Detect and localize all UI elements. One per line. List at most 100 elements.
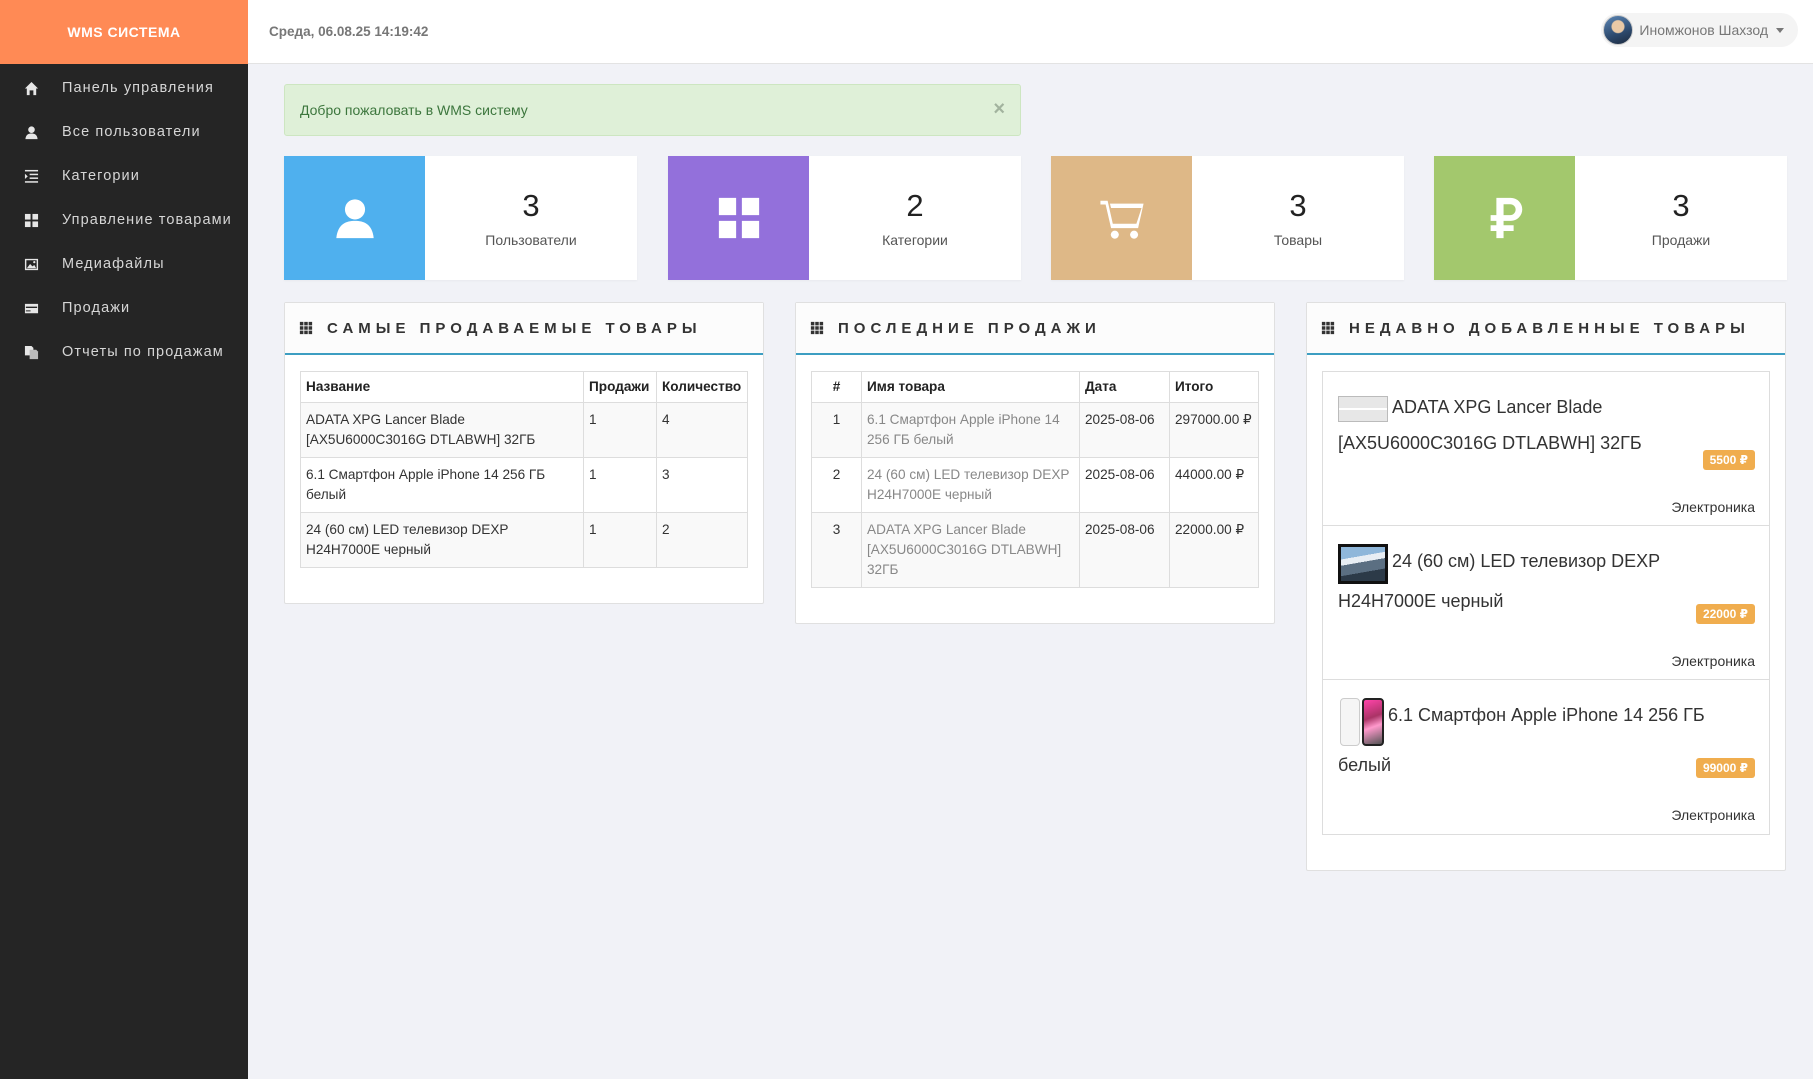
sidebar-item-label: Управление товарами (62, 212, 232, 228)
panel-title: САМЫЕ ПРОДАВАЕМЫЕ ТОВАРЫ (327, 319, 702, 337)
th-icon (1321, 321, 1335, 335)
top-header: Среда, 06.08.25 14:19:42 Иномжонов Шахзо… (248, 0, 1813, 64)
picture-icon (20, 256, 42, 272)
indent-icon (20, 168, 42, 184)
table-row: 6.1 Смартфон Apple iPhone 14 256 ГБ белы… (300, 457, 748, 513)
column-header: Дата (1079, 371, 1170, 403)
cart-icon (1051, 156, 1192, 280)
sale-total: 297000.00 ₽ (1169, 402, 1259, 458)
welcome-alert: Добро пожаловать в WMS систему × (284, 84, 1021, 136)
sales-count: 1 (583, 512, 657, 568)
sidebar-item-categories[interactable]: Категории (0, 154, 248, 198)
product-thumbnail (1338, 396, 1388, 422)
sale-total: 44000.00 ₽ (1169, 457, 1259, 513)
quantity: 4 (656, 402, 748, 458)
product-name: 6.1 Смартфон Apple iPhone 14 256 ГБ белы… (861, 402, 1080, 458)
user-menu-toggle[interactable]: Иномжонов Шахзод (1601, 13, 1798, 47)
product-name: ADATA XPG Lancer Blade [AX5U6000C3016G D… (861, 512, 1080, 588)
product-name: 6.1 Смартфон Apple iPhone 14 256 ГБ белы… (300, 457, 584, 513)
sidebar-item-label: Отчеты по продажам (62, 344, 224, 360)
column-header: # (811, 371, 862, 403)
product-thumbnail (1338, 698, 1384, 748)
column-header: Имя товара (861, 371, 1080, 403)
table-row: 1 6.1 Смартфон Apple iPhone 14 256 ГБ бе… (811, 402, 1259, 458)
sidebar-item-users[interactable]: Все пользователи (0, 110, 248, 154)
row-number: 3 (811, 512, 862, 588)
product-category: Электроника (1671, 807, 1755, 823)
column-header: Итого (1169, 371, 1259, 403)
last-sales-panel: ПОСЛЕДНИЕ ПРОДАЖИ # Имя товара Дата Итог… (795, 302, 1275, 624)
current-datetime: Среда, 06.08.25 14:19:42 (269, 24, 429, 39)
sales-count: 1 (583, 457, 657, 513)
row-number: 1 (811, 402, 862, 458)
price-badge: 5500 ₽ (1702, 450, 1755, 470)
th-large-icon (20, 212, 42, 228)
sidebar-item-media[interactable]: Медиафайлы (0, 242, 248, 286)
stat-value: 3 (1289, 188, 1307, 223)
table-row: 2 24 (60 см) LED телевизор DEXP H24H7000… (811, 457, 1259, 513)
stat-value: 2 (906, 188, 924, 223)
stat-card-categories: 2 Категории (668, 156, 1021, 280)
stat-label: Продажи (1651, 232, 1711, 248)
alert-message: Добро пожаловать в WMS систему (300, 102, 528, 118)
list-item[interactable]: 6.1 Смартфон Apple iPhone 14 256 ГБ белы… (1323, 680, 1769, 834)
column-header: Название (300, 371, 584, 403)
best-sellers-panel: САМЫЕ ПРОДАВАЕМЫЕ ТОВАРЫ Название Продаж… (284, 302, 764, 604)
sale-total: 22000.00 ₽ (1169, 512, 1259, 588)
stat-value: 3 (1672, 188, 1690, 223)
avatar (1603, 15, 1634, 45)
price-badge: 22000 ₽ (1695, 604, 1755, 624)
last-sales-table: # Имя товара Дата Итого 1 6.1 Смартфон A… (811, 371, 1259, 588)
list-item[interactable]: ADATA XPG Lancer Blade [AX5U6000C3016G D… (1323, 372, 1769, 526)
alert-close-button[interactable]: × (993, 99, 1005, 119)
th-icon (299, 321, 313, 335)
sidebar-item-sales[interactable]: Продажи (0, 286, 248, 330)
column-header: Количество (656, 371, 748, 403)
caret-down-icon (1776, 27, 1784, 33)
product-category: Электроника (1671, 499, 1755, 515)
sidebar-item-label: Категории (62, 168, 140, 184)
recent-products-list: ADATA XPG Lancer Blade [AX5U6000C3016G D… (1322, 371, 1770, 835)
product-category: Электроника (1671, 653, 1755, 669)
product-thumbnail (1338, 544, 1388, 584)
th-icon (810, 321, 824, 335)
sale-date: 2025-08-06 (1079, 457, 1170, 513)
column-header: Продажи (583, 371, 657, 403)
product-name: ADATA XPG Lancer Blade [AX5U6000C3016G D… (300, 402, 584, 458)
user-icon (284, 156, 425, 280)
price-badge: 99000 ₽ (1695, 758, 1755, 778)
stat-label: Пользователи (485, 232, 577, 248)
sale-date: 2025-08-06 (1079, 402, 1170, 458)
stat-label: Категории (882, 232, 948, 248)
panel-header: НЕДАВНО ДОБАВЛЕННЫЕ ТОВАРЫ (1307, 303, 1785, 355)
list-item[interactable]: 24 (60 см) LED телевизор DEXP H24H7000E … (1323, 526, 1769, 680)
home-icon (20, 80, 42, 96)
ruble-icon (1434, 156, 1575, 280)
panel-header: ПОСЛЕДНИЕ ПРОДАЖИ (796, 303, 1274, 355)
stat-card-sales: 3 Продажи (1434, 156, 1787, 280)
product-name: 24 (60 см) LED телевизор DEXP H24H7000E … (300, 512, 584, 568)
credit-card-icon (20, 300, 42, 316)
sidebar-item-sales-reports[interactable]: Отчеты по продажам (0, 330, 248, 374)
sidebar-item-label: Продажи (62, 300, 131, 316)
best-sellers-table: Название Продажи Количество ADATA XPG La… (300, 371, 748, 568)
table-row: ADATA XPG Lancer Blade [AX5U6000C3016G D… (300, 402, 748, 458)
stat-card-users: 3 Пользователи (284, 156, 637, 280)
sidebar: WMS СИСТЕМА Панель управления Все пользо… (0, 0, 248, 1079)
panel-header: САМЫЕ ПРОДАВАЕМЫЕ ТОВАРЫ (285, 303, 763, 355)
row-number: 2 (811, 457, 862, 513)
sale-date: 2025-08-06 (1079, 512, 1170, 588)
duplicate-icon (20, 344, 42, 360)
stat-value: 3 (522, 188, 540, 223)
stat-label: Товары (1273, 232, 1323, 248)
sales-count: 1 (583, 402, 657, 458)
brand-logo[interactable]: WMS СИСТЕМА (0, 0, 248, 64)
sidebar-item-dashboard[interactable]: Панель управления (0, 66, 248, 110)
sidebar-item-products[interactable]: Управление товарами (0, 198, 248, 242)
product-title[interactable]: 6.1 Смартфон Apple iPhone 14 256 ГБ белы… (1338, 705, 1705, 775)
user-icon (20, 124, 42, 140)
table-row: 24 (60 см) LED телевизор DEXP H24H7000E … (300, 512, 748, 568)
quantity: 3 (656, 457, 748, 513)
sidebar-item-label: Панель управления (62, 80, 214, 96)
user-name: Иномжонов Шахзод (1639, 22, 1768, 38)
